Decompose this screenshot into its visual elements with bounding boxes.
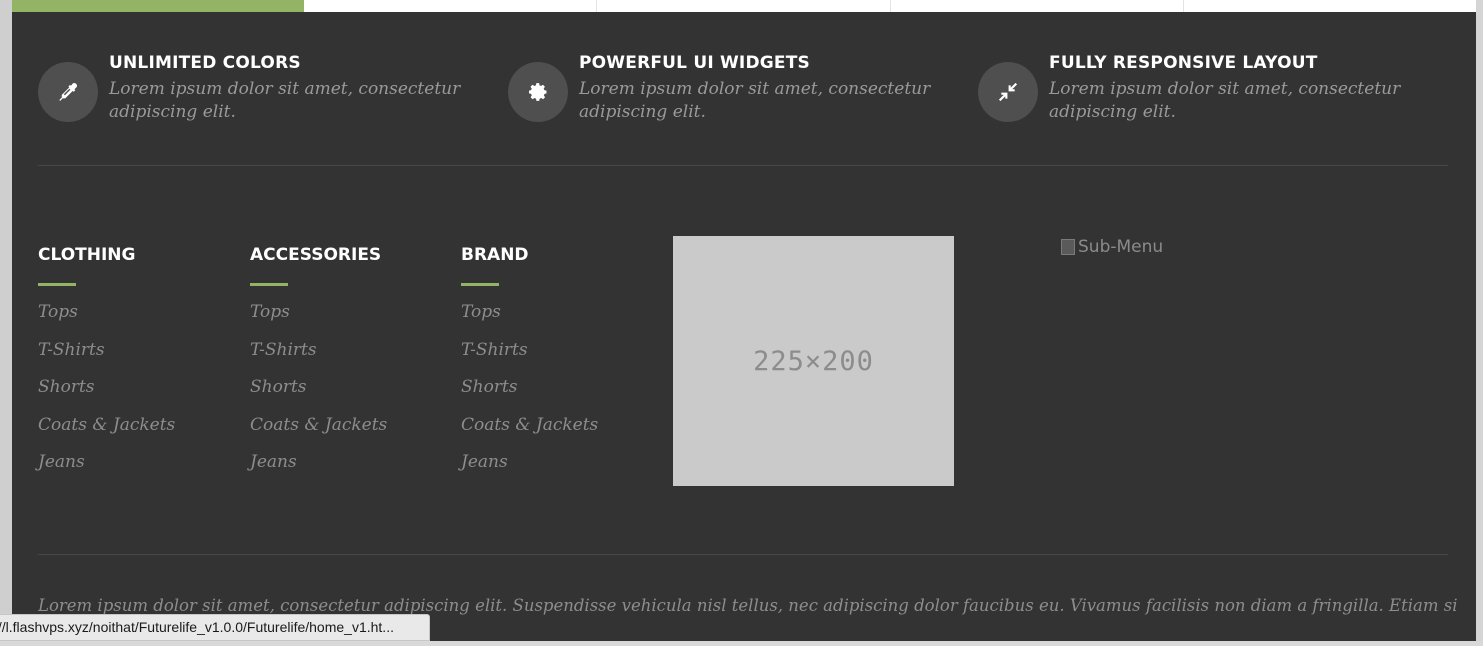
feature-title: UNLIMITED COLORS: [109, 53, 301, 73]
heading-underline: [461, 283, 499, 286]
menu-link[interactable]: Shorts: [461, 377, 651, 397]
menu-link[interactable]: Coats & Jackets: [250, 415, 440, 435]
heading-underline: [250, 283, 288, 286]
menu-link[interactable]: Coats & Jackets: [38, 415, 228, 435]
submenu-image-alt: Sub-Menu: [1078, 237, 1164, 257]
menu-link[interactable]: Tops: [461, 302, 651, 322]
menu-column-clothing: CLOTHING Tops T-Shirts Shorts Coats & Ja…: [38, 244, 228, 490]
menu-heading: CLOTHING: [38, 245, 136, 265]
menu-link[interactable]: T-Shirts: [461, 340, 651, 360]
right-edge: [1476, 0, 1483, 646]
feature-description: Lorem ipsum dolor sit amet, consectetur …: [1049, 79, 1401, 122]
compress-icon: [978, 62, 1038, 122]
divider: [38, 554, 1448, 555]
menu-link[interactable]: Shorts: [250, 377, 440, 397]
tab-4[interactable]: [891, 0, 1184, 12]
menu-link[interactable]: Coats & Jackets: [461, 415, 651, 435]
menu-link[interactable]: Jeans: [38, 452, 228, 472]
placeholder-image[interactable]: 225×200: [673, 236, 954, 486]
browser-status-bar: ://l.flashvps.xyz/noithat/Futurelife_v1.…: [0, 614, 430, 641]
tab-5[interactable]: [1184, 0, 1476, 12]
feature-description: Lorem ipsum dolor sit amet, consectetur …: [579, 79, 931, 122]
menu-link[interactable]: Jeans: [461, 452, 651, 472]
eyedropper-icon: [38, 62, 98, 122]
footer-text: Lorem ipsum dolor sit amet, consectetur …: [38, 596, 1458, 615]
tab-2[interactable]: [304, 0, 598, 12]
menu-link[interactable]: Tops: [38, 302, 228, 322]
feature-title: POWERFUL UI WIDGETS: [579, 53, 810, 73]
mega-menu-panel: UNLIMITED COLORS Lorem ipsum dolor sit a…: [12, 12, 1476, 641]
feature-unlimited-colors: UNLIMITED COLORS Lorem ipsum dolor sit a…: [38, 52, 469, 124]
submenu-image[interactable]: Sub-Menu: [1061, 237, 1163, 257]
feature-fully-responsive-layout: FULLY RESPONSIVE LAYOUT Lorem ipsum dolo…: [978, 52, 1409, 124]
menu-link[interactable]: Shorts: [38, 377, 228, 397]
bottom-edge: [0, 641, 1483, 646]
menu-link[interactable]: Jeans: [250, 452, 440, 472]
feature-title: FULLY RESPONSIVE LAYOUT: [1049, 53, 1318, 73]
top-tab-bar: [12, 0, 1476, 12]
menu-link[interactable]: T-Shirts: [250, 340, 440, 360]
placeholder-size-label: 225×200: [753, 345, 874, 377]
tab-1[interactable]: [12, 0, 305, 12]
status-url: ://l.flashvps.xyz/noithat/Futurelife_v1.…: [0, 619, 394, 635]
menu-link[interactable]: T-Shirts: [38, 340, 228, 360]
broken-image-icon: [1061, 239, 1075, 255]
divider: [38, 165, 1448, 166]
tab-3[interactable]: [597, 0, 891, 12]
heading-underline: [38, 283, 76, 286]
menu-heading: ACCESSORIES: [250, 245, 382, 265]
menu-column-brand: BRAND Tops T-Shirts Shorts Coats & Jacke…: [461, 244, 651, 490]
left-edge: [0, 0, 12, 646]
menu-heading: BRAND: [461, 245, 529, 265]
menu-link[interactable]: Tops: [250, 302, 440, 322]
feature-description: Lorem ipsum dolor sit amet, consectetur …: [109, 79, 461, 122]
feature-powerful-ui-widgets: POWERFUL UI WIDGETS Lorem ipsum dolor si…: [508, 52, 939, 124]
menu-column-accessories: ACCESSORIES Tops T-Shirts Shorts Coats &…: [250, 244, 440, 490]
gear-icon: [508, 62, 568, 122]
